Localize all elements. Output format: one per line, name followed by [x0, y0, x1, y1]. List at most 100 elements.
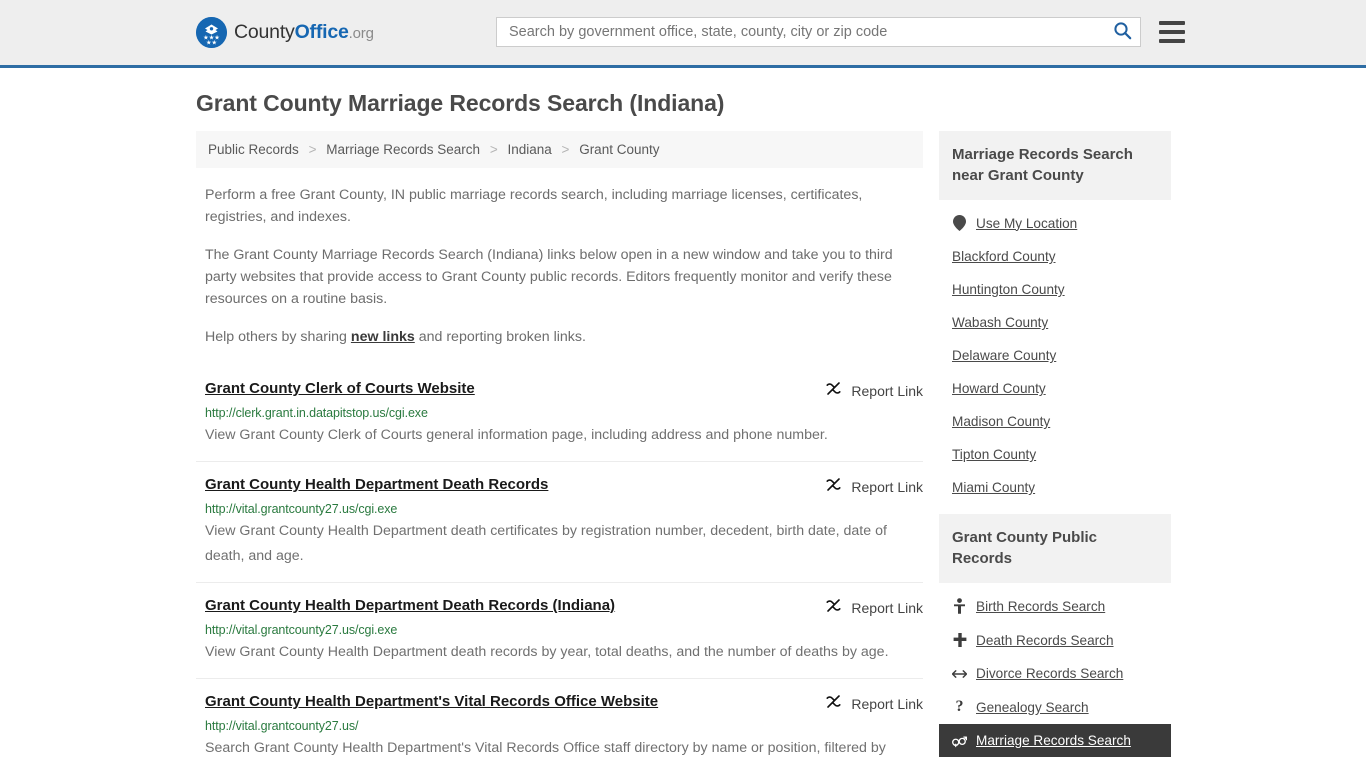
new-links-link[interactable]: new links	[351, 329, 415, 345]
left-right-arrow-icon	[952, 668, 967, 680]
public-record-label: Genealogy Search	[976, 699, 1089, 715]
public-record-link[interactable]: Divorce Records Search	[939, 657, 1171, 690]
nearby-county-link[interactable]: Wabash County	[939, 306, 1171, 339]
hamburger-menu-icon[interactable]	[1159, 21, 1185, 43]
result-item: Grant County Health Department Death Rec…	[196, 582, 923, 678]
breadcrumb: Public Records > Marriage Records Search…	[196, 131, 923, 168]
result-description: View Grant County Clerk of Courts genera…	[205, 427, 828, 443]
nearby-county-label: Blackford County	[952, 249, 1056, 264]
logo-text: CountyOffice.org	[234, 21, 374, 44]
nearby-county-label: Howard County	[952, 381, 1046, 396]
report-link-button[interactable]: Report Link	[825, 693, 923, 715]
nearby-county-link[interactable]: Howard County	[939, 372, 1171, 405]
breadcrumb-item-indiana[interactable]: Indiana	[507, 142, 551, 157]
breadcrumb-item-grant-county[interactable]: Grant County	[579, 142, 659, 157]
page-wrapper: Grant County Marriage Records Search (In…	[0, 90, 1366, 768]
nearby-searches-title: Marriage Records Search near Grant Count…	[939, 131, 1171, 200]
report-link-label: Report Link	[851, 479, 923, 495]
intro-paragraph-2: The Grant County Marriage Records Search…	[205, 247, 893, 307]
public-records-title: Grant County Public Records	[939, 514, 1171, 583]
nearby-county-link[interactable]: Tipton County	[939, 438, 1171, 471]
nearby-county-label: Wabash County	[952, 315, 1049, 330]
breadcrumb-separator: >	[308, 142, 317, 157]
hamburger-bar	[1159, 30, 1185, 34]
broken-link-icon	[825, 476, 842, 498]
nearby-county-link[interactable]: Miami County	[939, 471, 1171, 504]
main-column: Public Records > Marriage Records Search…	[196, 131, 923, 768]
public-records-panel: Grant County Public Records Birth Record…	[939, 514, 1171, 757]
hamburger-bar	[1159, 21, 1185, 25]
results-list: Grant County Clerk of Courts Website http…	[196, 370, 923, 768]
result-item: Grant County Health Department's Vital R…	[196, 678, 923, 768]
result-description: View Grant County Health Department deat…	[205, 644, 889, 660]
nearby-county-link[interactable]: Blackford County	[939, 240, 1171, 273]
search-input[interactable]	[507, 23, 1113, 41]
page-title: Grant County Marriage Records Search (In…	[196, 90, 725, 116]
nearby-county-link[interactable]: Madison County	[939, 405, 1171, 438]
public-record-label: Divorce Records Search	[976, 666, 1124, 681]
logo-text-office: Office	[294, 21, 349, 43]
result-item: Grant County Health Department Death Rec…	[196, 461, 923, 582]
result-item: Grant County Clerk of Courts Website http…	[196, 370, 923, 461]
breadcrumb-item-public-records[interactable]: Public Records	[208, 142, 299, 157]
content-container: Grant County Marriage Records Search (In…	[196, 90, 1171, 768]
nearby-county-label: Delaware County	[952, 348, 1057, 363]
site-logo[interactable]: ★★★ ★★ CountyOffice.org	[196, 17, 374, 48]
intro-p3-after: and reporting broken links.	[414, 329, 586, 345]
logo-text-org: .org	[348, 25, 374, 42]
report-link-button[interactable]: Report Link	[825, 597, 923, 619]
public-record-label: Death Records Search	[976, 632, 1114, 648]
nearby-county-link[interactable]: Use My Location	[939, 206, 1171, 240]
search-icon	[1113, 21, 1132, 43]
result-title-link[interactable]: Grant County Health Department's Vital R…	[205, 693, 658, 710]
nearby-county-label: Huntington County	[952, 282, 1065, 297]
nearby-county-link[interactable]: Delaware County	[939, 339, 1171, 372]
result-title-link[interactable]: Grant County Clerk of Courts Website	[205, 380, 475, 397]
logo-text-county: County	[234, 21, 295, 43]
result-title-link[interactable]: Grant County Health Department Death Rec…	[205, 597, 615, 614]
report-link-button[interactable]: Report Link	[825, 476, 923, 498]
search-box[interactable]	[496, 17, 1141, 47]
public-record-link[interactable]: Death Records Search	[939, 623, 1171, 657]
public-record-label: Marriage Records Search	[976, 733, 1131, 748]
search-button[interactable]	[1113, 21, 1132, 43]
map-pin-icon	[952, 215, 967, 231]
header-search-area	[496, 17, 1185, 47]
result-url: http://vital.grantcounty27.us/cgi.exe	[205, 623, 398, 637]
result-url: http://vital.grantcounty27.us/cgi.exe	[205, 502, 398, 516]
result-title-link[interactable]: Grant County Health Department Death Rec…	[205, 476, 548, 493]
breadcrumb-item-marriage-records-search[interactable]: Marriage Records Search	[326, 142, 480, 157]
nearby-county-link[interactable]: Huntington County	[939, 273, 1171, 306]
nearby-county-label: Miami County	[952, 480, 1036, 495]
broken-link-icon	[825, 597, 842, 619]
public-record-link[interactable]: ? Genealogy Search	[939, 690, 1171, 724]
hamburger-bar	[1159, 39, 1185, 43]
cross-icon	[952, 632, 967, 648]
report-link-label: Report Link	[851, 383, 923, 399]
public-record-link[interactable]: Birth Records Search	[939, 589, 1171, 623]
report-link-label: Report Link	[851, 600, 923, 616]
broken-link-icon	[825, 693, 842, 715]
intro-section: Perform a free Grant County, IN public m…	[196, 184, 923, 348]
svg-text:★★: ★★	[206, 39, 218, 46]
result-description: View Grant County Health Department deat…	[205, 523, 887, 564]
report-link-button[interactable]: Report Link	[825, 380, 923, 402]
eagle-shield-icon: ★★★ ★★	[196, 17, 227, 48]
nearby-county-label: Madison County	[952, 414, 1051, 429]
question-mark-icon: ?	[955, 698, 964, 715]
result-url: http://clerk.grant.in.datapitstop.us/cgi…	[205, 406, 428, 420]
breadcrumb-separator: >	[489, 142, 498, 157]
result-description: Search Grant County Health Department's …	[205, 740, 886, 768]
nearby-searches-panel: Marriage Records Search near Grant Count…	[939, 131, 1171, 504]
nearby-searches-list: Use My Location Blackford County Huntingto…	[939, 200, 1171, 504]
site-header: ★★★ ★★ CountyOffice.org	[0, 0, 1366, 68]
baby-icon	[952, 598, 967, 614]
public-records-list: Birth Records Search Death Records Search…	[939, 583, 1171, 757]
public-record-link[interactable]: Marriage Records Search	[939, 724, 1171, 757]
intro-paragraph-1: Perform a free Grant County, IN public m…	[205, 187, 863, 225]
breadcrumb-separator: >	[561, 142, 570, 157]
page-layout: Public Records > Marriage Records Search…	[196, 131, 1171, 768]
nearby-county-label: Tipton County	[952, 447, 1037, 462]
report-link-label: Report Link	[851, 696, 923, 712]
intro-paragraph-3: Help others by sharing new links and rep…	[205, 326, 905, 348]
